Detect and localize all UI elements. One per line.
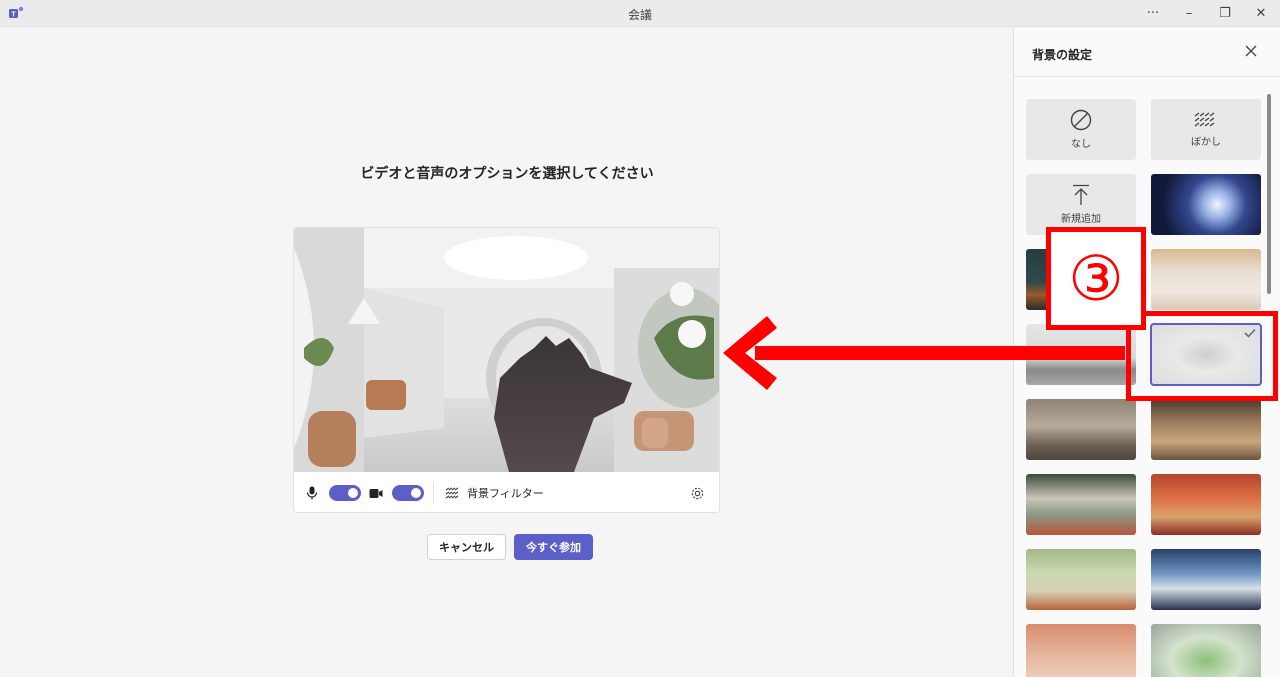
background-thumbnail-arches[interactable] xyxy=(1026,549,1136,610)
blur-icon xyxy=(1194,112,1215,127)
more-options-button[interactable]: ··· xyxy=(1139,4,1167,23)
blur-label: ぼかし xyxy=(1191,137,1221,148)
preview-controls: 背景フィルター xyxy=(294,472,719,512)
window-title: 会議 xyxy=(627,8,652,22)
cancel-button[interactable]: キャンセル xyxy=(427,534,506,560)
background-blur-option[interactable]: ぼかし xyxy=(1151,99,1261,160)
none-icon xyxy=(1070,109,1092,131)
background-thumbnail-red-room[interactable] xyxy=(1151,474,1261,535)
restore-button[interactable]: ❐ xyxy=(1211,4,1239,23)
background-thumbnail-stone-room[interactable] xyxy=(1026,399,1136,460)
background-none-option[interactable]: なし xyxy=(1026,99,1136,160)
close-panel-icon[interactable] xyxy=(1242,42,1260,60)
microphone-toggle[interactable] xyxy=(329,472,361,512)
title-bar: T 会議 ··· – ❐ ✕ xyxy=(0,0,1280,27)
panel-header: 背景の設定 xyxy=(1014,27,1280,77)
annotation-highlight-box xyxy=(1126,311,1278,401)
divider xyxy=(433,482,434,504)
background-filter-button[interactable]: 背景フィルター xyxy=(445,472,544,512)
background-thumbnail-space[interactable] xyxy=(1151,174,1261,235)
camera-preview-image xyxy=(294,228,719,472)
background-thumbnail-blue-pool[interactable] xyxy=(1151,549,1261,610)
background-thumbnail-round-window[interactable] xyxy=(1151,624,1261,677)
blur-icon xyxy=(445,487,459,499)
preview-card: 背景フィルター xyxy=(293,227,720,513)
background-thumbnail-green-courtyard[interactable] xyxy=(1026,474,1136,535)
page-heading: ビデオと音声のオプションを選択してください xyxy=(360,166,654,182)
annotation-step-number: ③ xyxy=(1068,241,1124,315)
camera-icon[interactable] xyxy=(369,472,383,512)
add-new-background-option[interactable]: 新規追加 xyxy=(1026,174,1136,235)
minimize-button[interactable]: – xyxy=(1175,4,1203,23)
microphone-icon[interactable] xyxy=(306,472,318,512)
upload-icon xyxy=(1073,184,1089,205)
none-label: なし xyxy=(1071,139,1091,150)
panel-title: 背景の設定 xyxy=(1032,48,1093,62)
background-filter-label: 背景フィルター xyxy=(467,487,544,500)
add-new-label: 新規追加 xyxy=(1061,214,1101,225)
close-window-button[interactable]: ✕ xyxy=(1247,4,1275,23)
background-thumbnail-pink-arch[interactable] xyxy=(1026,624,1136,677)
panel-scrollbar[interactable] xyxy=(1267,94,1271,294)
annotation-arrow-icon xyxy=(723,316,1125,390)
camera-toggle[interactable] xyxy=(392,472,424,512)
background-thumbnail-warm-room[interactable] xyxy=(1151,249,1261,310)
background-thumbnail-wood-office[interactable] xyxy=(1151,399,1261,460)
join-now-button[interactable]: 今すぐ参加 xyxy=(514,534,593,560)
camera-preview xyxy=(294,228,719,472)
device-settings-gear-icon[interactable] xyxy=(690,472,705,512)
